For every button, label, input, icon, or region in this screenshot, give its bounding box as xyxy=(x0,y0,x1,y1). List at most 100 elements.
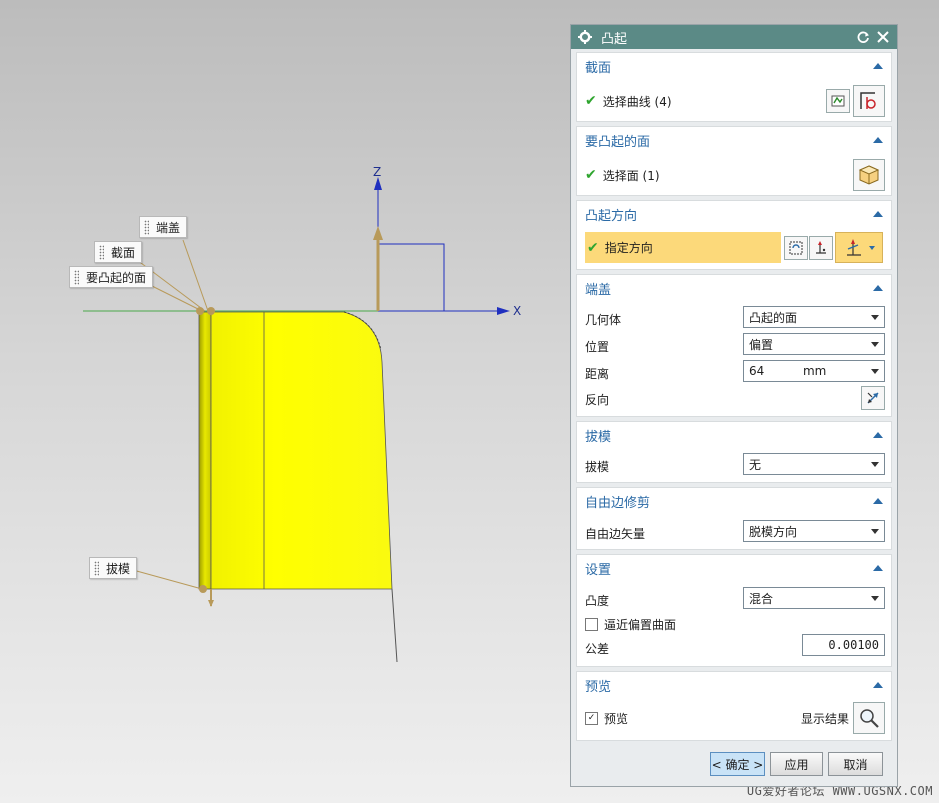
dialog-title: 凸起 xyxy=(601,31,628,47)
select-curve-label: 选择曲线 (4) xyxy=(602,94,672,109)
preview-title: 预览 xyxy=(585,679,612,695)
settings-title: 设置 xyxy=(585,562,612,578)
callout-label: 端盖 xyxy=(156,221,181,235)
callout-face-to-emboss[interactable]: 要凸起的面 xyxy=(69,266,154,288)
preview-label: 预览 xyxy=(604,712,629,726)
draft-title: 拔模 xyxy=(585,429,612,445)
free-edge-vector-select[interactable]: 脱模方向 xyxy=(743,520,885,542)
end-cap-header[interactable]: 端盖 xyxy=(577,275,891,301)
close-icon[interactable] xyxy=(875,29,891,45)
free-edge-header[interactable]: 自由边修剪 xyxy=(577,488,891,514)
select-curve-row[interactable]: ✔ 选择曲线 (4) xyxy=(585,85,885,117)
check-icon: ✔ xyxy=(587,239,599,256)
x-axis-arrow xyxy=(497,307,510,315)
section-title: 截面 xyxy=(585,60,612,76)
callout-grip xyxy=(99,245,104,260)
collapse-icon[interactable] xyxy=(873,285,883,291)
part-front-face[interactable] xyxy=(210,311,393,590)
curve-selection-icon[interactable] xyxy=(853,85,885,117)
end-cap-group: 端盖 几何体 凸起的面 位置 偏置 距离 64 mm 反向 xyxy=(576,274,892,417)
location-value: 偏置 xyxy=(749,337,774,352)
end-cap-handle[interactable] xyxy=(207,307,215,315)
gear-icon[interactable] xyxy=(577,29,593,45)
callout-grip xyxy=(144,220,149,235)
reverse-direction-icon[interactable] xyxy=(784,236,808,260)
end-cap-title: 端盖 xyxy=(585,282,612,298)
draft-value: 无 xyxy=(749,457,762,472)
callout-end-cap[interactable]: 端盖 xyxy=(139,216,188,238)
collapse-icon[interactable] xyxy=(873,137,883,143)
reset-icon[interactable] xyxy=(855,29,871,45)
inferred-vector-icon xyxy=(847,238,861,256)
reverse-arrows-icon xyxy=(867,392,879,404)
geometry-value: 凸起的面 xyxy=(749,310,798,325)
callout-label: 截面 xyxy=(111,246,136,260)
preview-checkbox[interactable]: ✓ xyxy=(585,712,598,725)
collapse-icon[interactable] xyxy=(873,682,883,688)
dialog-titlebar[interactable]: 凸起 xyxy=(571,25,897,49)
callout-draft[interactable]: 拔模 xyxy=(89,557,138,579)
convexity-select[interactable]: 混合 xyxy=(743,587,885,609)
z-axis-label: Z xyxy=(373,165,382,179)
apply-button[interactable]: 应用 xyxy=(770,752,823,776)
tolerance-input[interactable]: 0.00100 xyxy=(802,634,885,656)
cancel-button[interactable]: 取消 xyxy=(828,752,883,776)
distance-value[interactable]: 64 xyxy=(749,364,764,378)
draft-group: 拔模 拔模 无 xyxy=(576,421,892,483)
callout-label: 拔模 xyxy=(106,562,131,576)
specify-direction-row[interactable]: ✔ 指定方向 xyxy=(585,232,781,263)
free-edge-title: 自由边修剪 xyxy=(585,495,651,511)
free-edge-group: 自由边修剪 自由边矢量 脱模方向 xyxy=(576,487,892,550)
settings-group: 设置 凸度 混合 逼近偏置曲面 公差 0.00100 xyxy=(576,554,892,667)
part-side-face[interactable] xyxy=(198,311,212,590)
chevron-down-icon xyxy=(871,528,879,534)
collapse-icon[interactable] xyxy=(873,63,883,69)
free-edge-vector-value: 脱模方向 xyxy=(749,524,798,539)
tolerance-value[interactable]: 0.00100 xyxy=(828,638,879,652)
emboss-dialog: 凸起 截面 ✔ 选择曲线 (4) 要凸起的面 ✔ 选择面 (1) 凸起方向 ✔ … xyxy=(570,24,898,787)
approx-offset-checkbox[interactable] xyxy=(585,618,598,631)
collapse-icon[interactable] xyxy=(873,211,883,217)
section-group: 截面 ✔ 选择曲线 (4) xyxy=(576,52,892,122)
face-cube-icon[interactable] xyxy=(853,159,885,191)
callout-grip xyxy=(74,270,79,285)
distance-input[interactable]: 64 mm xyxy=(743,360,885,382)
callout-section[interactable]: 截面 xyxy=(94,241,143,263)
draft-select[interactable]: 无 xyxy=(743,453,885,475)
preview-header[interactable]: 预览 xyxy=(577,672,891,698)
collapse-icon[interactable] xyxy=(873,498,883,504)
specify-direction-label: 指定方向 xyxy=(604,241,653,255)
face-title: 要凸起的面 xyxy=(585,134,651,150)
geometry-select[interactable]: 凸起的面 xyxy=(743,306,885,328)
settings-header[interactable]: 设置 xyxy=(577,555,891,581)
chevron-down-icon xyxy=(871,461,879,467)
approx-offset-row[interactable]: 逼近偏置曲面 xyxy=(585,616,885,633)
draft-handle[interactable] xyxy=(199,585,207,593)
location-select[interactable]: 偏置 xyxy=(743,333,885,355)
ok-button[interactable]: < 确定 > xyxy=(710,752,765,776)
convexity-value: 混合 xyxy=(749,591,774,606)
chevron-down-icon xyxy=(871,314,879,320)
x-axis-label: X xyxy=(513,304,522,318)
collapse-icon[interactable] xyxy=(873,565,883,571)
magnifier-icon xyxy=(860,709,879,728)
chevron-down-icon[interactable] xyxy=(870,368,879,374)
callout-grip xyxy=(94,561,99,576)
inferred-vector-dropdown[interactable] xyxy=(835,232,883,263)
approx-offset-label: 逼近偏置曲面 xyxy=(604,618,677,632)
reverse-direction-button[interactable] xyxy=(861,386,885,410)
collapse-icon[interactable] xyxy=(873,432,883,438)
preview-group: 预览 ✓ 预览 显示结果 xyxy=(576,671,892,741)
show-result-button[interactable] xyxy=(853,702,885,734)
sketch-section-icon[interactable] xyxy=(826,89,850,113)
chevron-down-icon xyxy=(871,341,879,347)
draft-header[interactable]: 拔模 xyxy=(577,422,891,448)
direction-header[interactable]: 凸起方向 xyxy=(577,201,891,227)
distance-unit: mm xyxy=(802,364,827,378)
select-face-row[interactable]: ✔ 选择面 (1) xyxy=(585,159,885,191)
section-handle[interactable] xyxy=(196,307,204,315)
vector-dialog-icon[interactable] xyxy=(809,236,833,260)
face-header[interactable]: 要凸起的面 xyxy=(577,127,891,153)
chevron-down-icon[interactable] xyxy=(869,245,875,250)
section-header[interactable]: 截面 xyxy=(577,53,891,79)
